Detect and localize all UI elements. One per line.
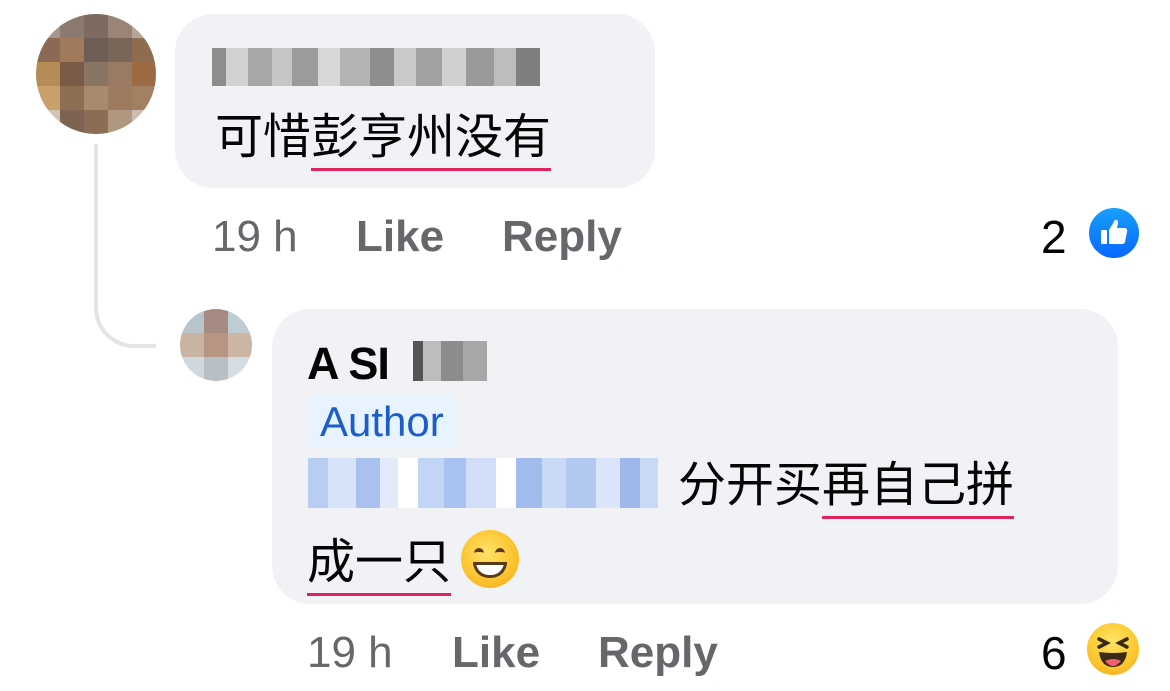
avatar[interactable] <box>180 309 252 381</box>
like-button[interactable]: Like <box>356 212 444 262</box>
grinning-face-icon <box>461 530 520 588</box>
haha-icon[interactable] <box>1084 620 1142 678</box>
comment-timestamp[interactable]: 19 h <box>212 212 298 262</box>
redacted-comment-text <box>308 458 658 508</box>
reaction-count[interactable]: 6 <box>1041 626 1067 680</box>
like-button[interactable]: Like <box>452 628 540 678</box>
comment-text-plain: 可惜 <box>215 111 312 164</box>
comment-text-underlined: 彭亨州没有 <box>311 111 552 171</box>
reply-thread-connector <box>94 144 156 348</box>
comment-text-plain: 分开买 <box>678 459 823 512</box>
avatar[interactable] <box>36 14 156 134</box>
comment-text: 可惜彭亨州没有 <box>215 111 552 171</box>
redacted-name-part <box>413 341 487 381</box>
reaction-count[interactable]: 2 <box>1041 210 1067 264</box>
author-badge: Author <box>310 396 454 448</box>
redacted-commenter-name <box>212 48 540 86</box>
comment-text-underlined: 成一只 <box>307 536 452 596</box>
comment-timestamp[interactable]: 19 h <box>307 628 393 678</box>
comment-text-line: 成一只 <box>307 530 520 596</box>
comment-text-line: 分开买再自己拼 <box>678 459 1015 519</box>
commenter-name[interactable]: A SI <box>307 338 390 390</box>
like-thumbs-up-icon[interactable] <box>1086 205 1142 261</box>
reply-button[interactable]: Reply <box>598 628 718 678</box>
comment-text-underlined: 再自己拼 <box>822 459 1015 519</box>
reply-button[interactable]: Reply <box>502 212 622 262</box>
